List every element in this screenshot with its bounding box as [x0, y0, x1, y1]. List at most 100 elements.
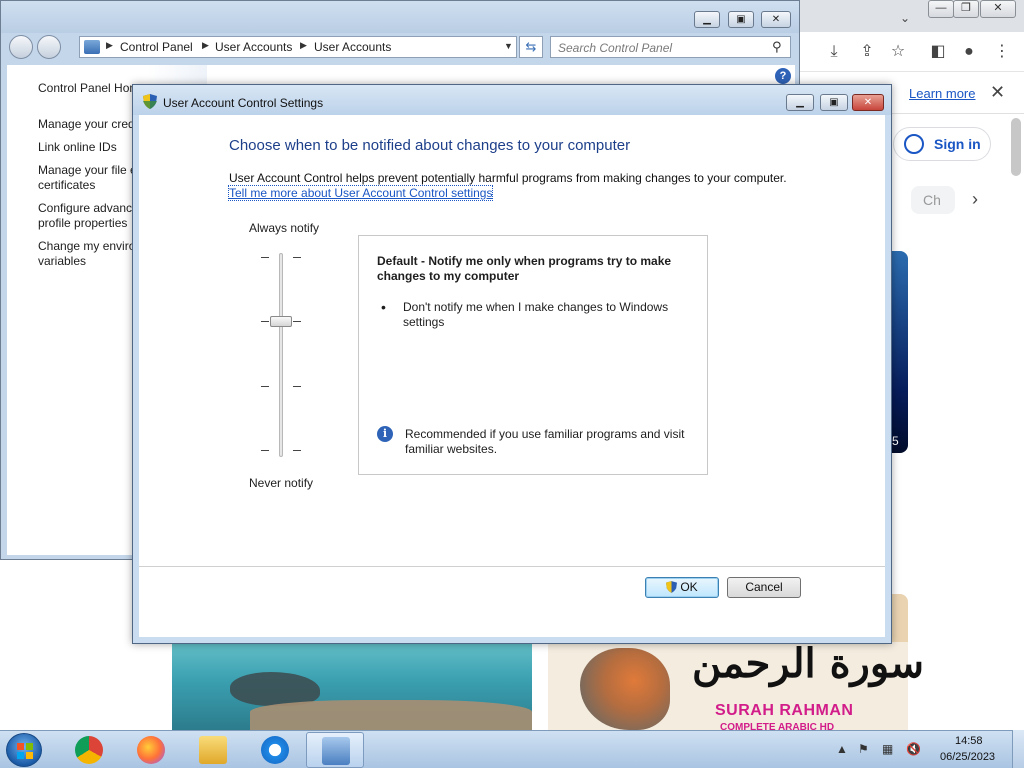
- slider-tick: [293, 321, 301, 323]
- control-panel-icon: [84, 40, 100, 54]
- slider-tick: [293, 385, 301, 387]
- show-hidden-icons[interactable]: ▲: [836, 742, 848, 756]
- arabic-title: سورة الرحمن: [692, 640, 925, 687]
- uac-heading: Choose when to be notified about changes…: [229, 137, 631, 154]
- ok-label: OK: [680, 580, 698, 594]
- account-icon: [904, 134, 924, 154]
- search-icon[interactable]: ⚲: [772, 39, 782, 55]
- slider-tick: [293, 450, 301, 451]
- slider-tick: [293, 257, 301, 258]
- uac-shield-icon: [666, 581, 678, 593]
- volume-muted-icon[interactable]: 🔇: [906, 742, 921, 756]
- uac-title: User Account Control Settings: [163, 96, 324, 110]
- chrome-minimize-button[interactable]: —: [928, 0, 954, 18]
- cp-minimize-button[interactable]: ▁: [694, 11, 720, 28]
- network-icon[interactable]: ▦: [882, 742, 893, 756]
- refresh-button[interactable]: ⇆: [519, 36, 543, 58]
- folder-icon: [199, 736, 227, 764]
- uac-maximize-button[interactable]: ▣: [820, 94, 848, 111]
- windows-logo-icon: [17, 743, 33, 759]
- slider-tick: [261, 450, 269, 451]
- share-icon[interactable]: ⇪: [855, 40, 879, 64]
- notify-slider-thumb[interactable]: [270, 316, 292, 328]
- sidebar-item-file-encryption[interactable]: Manage your file encryption certificates: [38, 163, 138, 193]
- uac-minimize-button[interactable]: ▁: [786, 94, 814, 111]
- slider-top-label: Always notify: [249, 221, 320, 235]
- profile-icon[interactable]: ●: [957, 40, 981, 64]
- uac-titlebar: User Account Control Settings: [133, 85, 891, 115]
- breadcrumb-user-accounts[interactable]: User Accounts: [215, 40, 292, 54]
- chrome-icon: [75, 736, 103, 764]
- sign-in-button[interactable]: Sign in: [893, 127, 991, 161]
- uac-learn-more-link[interactable]: Tell me more about User Account Control …: [227, 185, 494, 201]
- back-button[interactable]: [9, 35, 33, 59]
- side-panel-icon[interactable]: ◧: [926, 40, 950, 64]
- sidebar-item-home[interactable]: Control Panel Home: [38, 81, 138, 96]
- clock-time[interactable]: 14:58: [955, 735, 983, 747]
- sign-in-label: Sign in: [934, 136, 981, 152]
- taskbar-control-panel[interactable]: [306, 732, 364, 768]
- level-title: Default - Notify me only when programs t…: [377, 254, 672, 283]
- sidebar-item-online-ids[interactable]: Link online IDs: [38, 140, 138, 155]
- uac-close-button[interactable]: ✕: [852, 94, 884, 111]
- surah-label: SURAH RAHMAN: [715, 702, 854, 719]
- install-icon[interactable]: ⤓: [822, 40, 846, 64]
- search-input[interactable]: Search Control Panel ⚲: [550, 36, 791, 58]
- firefox-icon: [137, 736, 165, 764]
- crumb-arrow-icon[interactable]: ▶: [300, 40, 307, 51]
- internet-explorer-icon: [261, 736, 289, 764]
- slider-tick: [261, 257, 269, 258]
- ok-button[interactable]: OK: [645, 577, 719, 598]
- uac-settings-dialog: User Account Control Settings ▁ ▣ ✕ Choo…: [132, 84, 892, 644]
- level-detail: Don't notify me when I make changes to W…: [403, 300, 669, 329]
- taskbar-internet-explorer[interactable]: [246, 732, 304, 768]
- action-center-flag-icon[interactable]: ⚑: [858, 742, 869, 756]
- crumb-arrow-icon[interactable]: ▶: [106, 40, 113, 51]
- infobar-close-icon[interactable]: ✕: [990, 82, 1005, 103]
- uac-description: User Account Control helps prevent poten…: [229, 171, 787, 185]
- control-panel-icon: [322, 737, 350, 765]
- breadcrumb-user-accounts-current[interactable]: User Accounts: [314, 40, 391, 54]
- chrome-menu-icon[interactable]: ⋮: [990, 40, 1014, 64]
- address-dropdown-icon[interactable]: ▼: [504, 41, 513, 51]
- sidebar-item-credentials[interactable]: Manage your credentials: [38, 117, 138, 132]
- dialog-divider: [139, 566, 885, 567]
- clock-date[interactable]: 06/25/2023: [940, 751, 995, 763]
- bookmark-star-icon[interactable]: ☆: [886, 40, 910, 64]
- chrome-close-button[interactable]: ✕: [980, 0, 1016, 18]
- address-bar[interactable]: ▶ Control Panel ▶ User Accounts ▶ User A…: [79, 36, 517, 58]
- taskbar-firefox[interactable]: [122, 732, 180, 768]
- cancel-button[interactable]: Cancel: [727, 577, 801, 598]
- breadcrumb-control-panel[interactable]: Control Panel: [120, 40, 193, 54]
- taskbar: [0, 730, 1024, 768]
- cp-close-button[interactable]: ✕: [761, 11, 791, 28]
- start-button[interactable]: [6, 733, 42, 767]
- cp-maximize-button[interactable]: ▣: [728, 11, 754, 28]
- chrome-restore-button[interactable]: ❐: [953, 0, 979, 18]
- search-placeholder: Search Control Panel: [558, 41, 673, 55]
- filter-chip[interactable]: Ch: [911, 186, 955, 214]
- nav-buttons: [9, 35, 65, 59]
- reef-image: [250, 700, 532, 730]
- crumb-arrow-icon[interactable]: ▶: [202, 40, 209, 51]
- info-icon: i: [377, 426, 393, 442]
- learn-more-link[interactable]: Learn more: [909, 86, 975, 101]
- page-scrollbar[interactable]: [1011, 118, 1021, 176]
- taskbar-chrome[interactable]: [60, 732, 118, 768]
- slider-bottom-label: Never notify: [249, 476, 314, 490]
- uac-shield-icon: [143, 94, 157, 109]
- taskbar-explorer[interactable]: [184, 732, 242, 768]
- level-description-box: Default - Notify me only when programs t…: [358, 235, 708, 475]
- notify-slider-track[interactable]: [279, 253, 283, 457]
- bullet-icon: •: [381, 299, 386, 315]
- help-icon[interactable]: ?: [775, 68, 791, 84]
- thumbnail-number: 5: [892, 434, 899, 448]
- sidebar-item-profile-properties[interactable]: Configure advanced user profile properti…: [38, 201, 138, 231]
- sidebar-item-environment-variables[interactable]: Change my environment variables: [38, 239, 138, 269]
- level-recommendation: Recommended if you use familiar programs…: [405, 427, 685, 456]
- tab-search-icon[interactable]: ⌄: [893, 6, 917, 30]
- slider-tick: [261, 321, 269, 323]
- chevron-right-icon[interactable]: ›: [972, 189, 978, 210]
- forward-button[interactable]: [37, 35, 61, 59]
- show-desktop-button[interactable]: [1012, 730, 1024, 768]
